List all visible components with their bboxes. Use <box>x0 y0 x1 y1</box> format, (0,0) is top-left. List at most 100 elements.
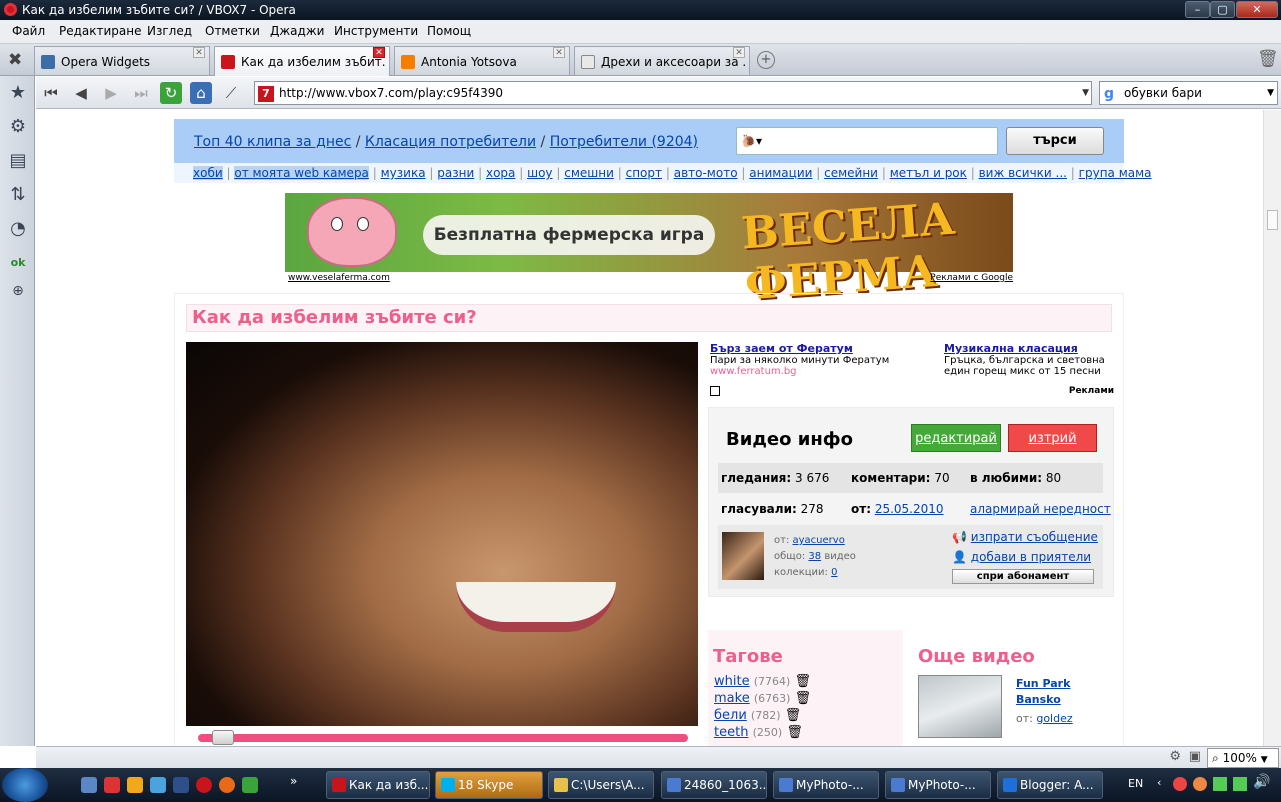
add-panel-icon[interactable]: ⊕ <box>7 280 29 302</box>
category-animation[interactable]: анимации <box>749 166 812 180</box>
uploader-link[interactable]: goldez <box>1036 712 1072 725</box>
taskbar-blogger[interactable]: Blogger: A... <box>997 771 1103 799</box>
tab-opera-widgets[interactable]: Opera Widgets ✕ <box>34 46 210 75</box>
add-friend-action[interactable]: 👤 добави в приятели <box>952 550 1091 564</box>
tab-antonia-yotsova[interactable]: Antonia Yotsova ✕ <box>394 46 570 75</box>
switch-windows-icon[interactable] <box>150 777 166 793</box>
history-clock-icon[interactable]: ◔ <box>7 218 29 240</box>
tag-link[interactable]: white <box>714 674 750 689</box>
taskbar-opera[interactable]: Как да изб... <box>326 771 430 799</box>
avatar[interactable] <box>722 532 764 580</box>
camera-icon[interactable]: ▣ <box>1189 749 1201 764</box>
user-ranking-link[interactable]: Класация потребители <box>365 134 536 150</box>
home-icon[interactable]: ⌂ <box>190 82 212 104</box>
close-tab-icon[interactable]: ✕ <box>733 47 745 58</box>
trash-icon[interactable]: 🗑 <box>785 708 802 723</box>
zoom-control[interactable]: ⌕ 100% ▼ <box>1207 748 1279 768</box>
more-video-title[interactable]: Fun Park Bansko <box>1016 676 1070 708</box>
scrollbar-thumb[interactable] <box>1267 210 1278 230</box>
network-icon[interactable] <box>1213 777 1227 791</box>
chevron-down-icon[interactable]: ▼ <box>1082 88 1089 98</box>
delete-button[interactable]: изтрий <box>1008 424 1097 452</box>
total-link[interactable]: 38 <box>808 551 821 562</box>
add-friend-link[interactable]: добави в приятели <box>971 550 1091 564</box>
taskbar-image[interactable]: 24860_1063... <box>661 771 767 799</box>
address-input[interactable]: http://www.vbox7.com/play:c95f4390 <box>279 86 503 100</box>
category-group-mama[interactable]: група мама <box>1079 166 1152 180</box>
player-icon[interactable] <box>127 777 143 793</box>
menu-bookmarks[interactable]: Отметки <box>205 24 260 38</box>
ad-banner[interactable]: Безплатна фермерска игра ВЕСЕЛА ФЕРМА <box>285 193 1013 310</box>
category-people[interactable]: хора <box>486 166 515 180</box>
more-video-title-line[interactable]: Fun Park <box>1016 677 1070 690</box>
category-auto[interactable]: авто-мото <box>674 166 738 180</box>
taskbar-myphoto-2[interactable]: MyPhoto-... <box>885 771 991 799</box>
ad-title[interactable]: Музикална класация <box>944 342 1114 355</box>
close-window-button[interactable]: ✕ <box>1236 1 1278 18</box>
site-search-input[interactable]: 🐌▾ <box>736 127 998 155</box>
app-icon[interactable] <box>173 777 189 793</box>
send-message-action[interactable]: 📢 изпрати съобщение <box>952 530 1098 544</box>
trash-icon[interactable]: 🗑 <box>1257 49 1279 69</box>
taskbar-explorer[interactable]: C:\Users\A... <box>548 771 654 799</box>
trash-icon[interactable]: 🗑 <box>794 674 811 689</box>
video-thumbnail[interactable] <box>918 675 1002 738</box>
category-all[interactable]: виж всички ... <box>979 166 1067 180</box>
collections-link[interactable]: 0 <box>831 567 837 578</box>
category-hobby[interactable]: хоби <box>193 166 223 180</box>
tab-vbox7[interactable]: Как да избелим зъбит... ✕ <box>214 46 390 76</box>
fast-forward-icon[interactable]: ⏭ <box>130 82 152 104</box>
seek-track[interactable] <box>198 734 688 742</box>
menu-help[interactable]: Помощ <box>427 24 471 38</box>
video-player[interactable] <box>186 342 698 726</box>
ad-music-chart[interactable]: Музикална класация Гръцка, българска и с… <box>944 342 1114 377</box>
snail-dropdown-icon[interactable]: 🐌▾ <box>741 134 762 148</box>
media-icon[interactable] <box>104 777 120 793</box>
app-icon[interactable] <box>242 777 258 793</box>
menu-view[interactable]: Изглед <box>147 24 192 38</box>
date-link[interactable]: 25.05.2010 <box>875 502 944 516</box>
tray-app-icon[interactable] <box>1193 777 1207 791</box>
close-tab-icon[interactable]: ✕ <box>373 47 385 58</box>
menu-file[interactable]: Файл <box>12 24 45 38</box>
vertical-scrollbar[interactable] <box>1263 110 1281 746</box>
rewind-icon[interactable]: ⏮ <box>40 82 62 104</box>
taskbar-skype[interactable]: 18 Skype <box>435 771 543 799</box>
tag-link[interactable]: бели <box>714 708 747 723</box>
vbox-panel-icon[interactable]: ok <box>7 252 29 274</box>
tag-link[interactable]: make <box>714 691 750 706</box>
trash-icon[interactable]: 🗑 <box>795 691 812 706</box>
trash-icon[interactable]: 🗑 <box>786 725 803 740</box>
google-ads-link[interactable]: Реклами с Google <box>930 273 1013 283</box>
ad-title[interactable]: Бърз заем от Фератум <box>710 342 910 355</box>
close-tab-icon[interactable]: ✕ <box>193 47 205 58</box>
tag-link[interactable]: teeth <box>714 725 748 740</box>
category-sport[interactable]: спорт <box>626 166 662 180</box>
wand-icon[interactable]: ⟋ <box>220 82 242 104</box>
firefox-icon[interactable] <box>219 777 235 793</box>
address-bar[interactable]: 7 http://www.vbox7.com/play:c95f4390 ▼ <box>254 81 1092 105</box>
top40-link[interactable]: Топ 40 клипа за днес <box>194 134 351 150</box>
more-quicklaunch-icon[interactable]: » <box>290 774 297 788</box>
back-icon[interactable]: ◀ <box>70 82 92 104</box>
search-field[interactable]: g обувки бари ▼ <box>1099 81 1278 105</box>
category-misc[interactable]: разни <box>437 166 474 180</box>
report-link[interactable]: алармирай нередност <box>970 494 1111 524</box>
more-video-title-line[interactable]: Bansko <box>1016 693 1061 706</box>
tray-app-icon[interactable] <box>1173 777 1187 791</box>
category-family[interactable]: семейни <box>824 166 878 180</box>
send-message-link[interactable]: изпрати съобщение <box>971 530 1098 544</box>
users-link[interactable]: Потребители (9204) <box>550 134 698 150</box>
maximize-button[interactable]: ▢ <box>1210 1 1235 18</box>
ad-ferratum[interactable]: Бърз заем от Фератум Пари за няколко мин… <box>710 342 910 377</box>
widgets-gear-icon[interactable]: ⚙ <box>7 116 29 138</box>
category-webcam[interactable]: от моята web камера <box>234 166 369 180</box>
start-button[interactable] <box>2 768 48 802</box>
ad-choices-icon[interactable] <box>710 386 720 396</box>
category-show[interactable]: шоу <box>527 166 552 180</box>
transfers-icon[interactable]: ⇅ <box>7 184 29 206</box>
opera-icon[interactable] <box>196 777 212 793</box>
panels-tools-icon[interactable]: ✖ <box>8 50 22 70</box>
language-indicator[interactable]: EN <box>1128 777 1143 790</box>
taskbar-myphoto-1[interactable]: MyPhoto-... <box>773 771 879 799</box>
